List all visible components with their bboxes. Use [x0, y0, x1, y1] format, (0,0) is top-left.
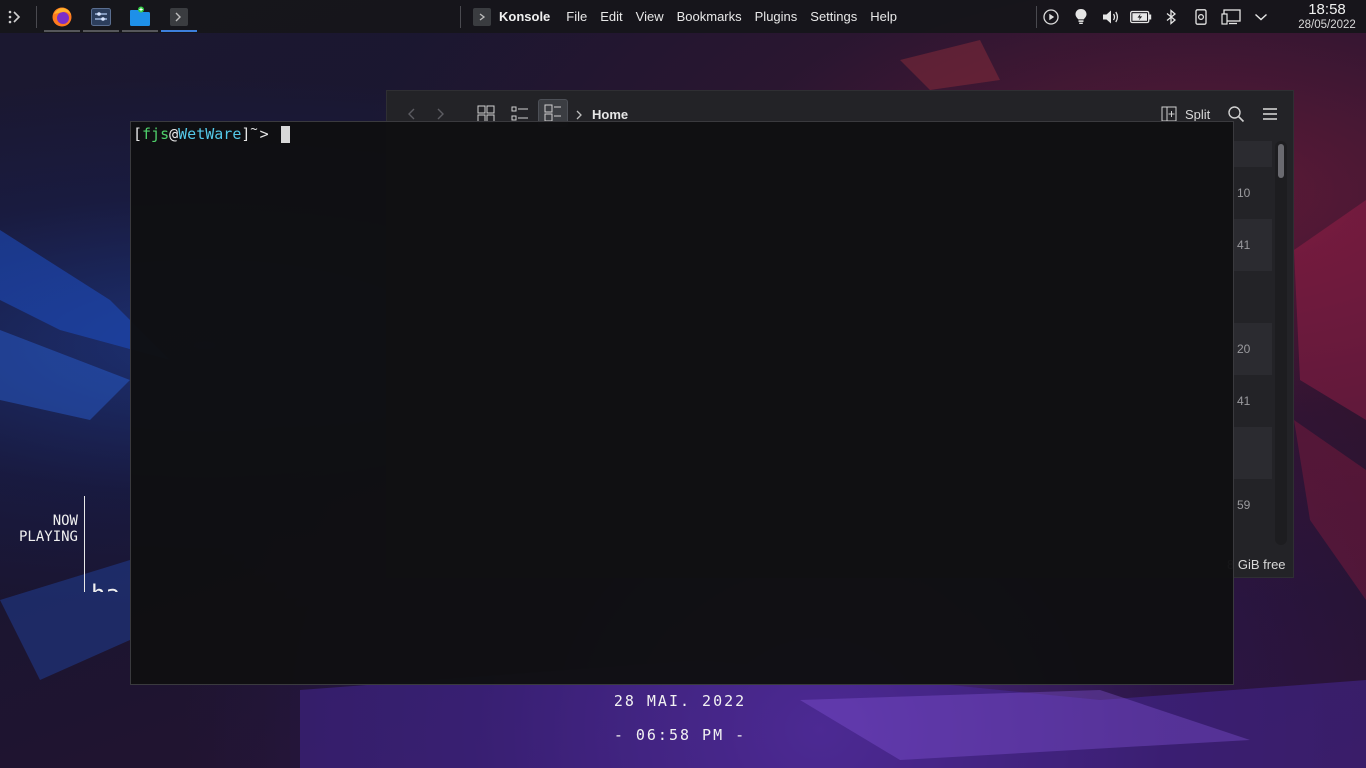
split-view-icon [1161, 106, 1177, 122]
menu-bookmarks[interactable]: Bookmarks [677, 9, 742, 24]
panel-separator [36, 5, 37, 28]
hamburger-menu-button[interactable] [1261, 106, 1279, 127]
scrollbar-thumb[interactable] [1278, 144, 1284, 178]
track-line-1: ha [91, 578, 125, 592]
network-icon [1221, 8, 1241, 25]
night-light-icon [1075, 9, 1087, 24]
menu-help[interactable]: Help [870, 9, 897, 24]
desktop-time: - 06:58 PM - [613, 726, 747, 744]
terminal-icon [170, 7, 188, 26]
top-panel: Konsole File Edit View Bookmarks Plugins… [0, 0, 1366, 33]
bluetooth-icon [1166, 8, 1177, 25]
now-playing-track: ha rab [85, 496, 125, 592]
file-manager-icon [130, 6, 150, 26]
tray-volume[interactable] [1096, 0, 1126, 33]
clock-time: 18:58 [1308, 1, 1346, 18]
tray-network[interactable] [1216, 0, 1246, 33]
now-playing-label-line-2: PLAYING [18, 529, 78, 545]
tray-battery[interactable] [1126, 0, 1156, 33]
tray-expander[interactable] [1246, 0, 1276, 33]
now-playing-widget[interactable]: NOW PLAYING ha rab [8, 496, 125, 592]
application-launcher[interactable] [0, 0, 30, 33]
free-space-status: 8 GiB free [1227, 557, 1286, 572]
launcher-icon [8, 10, 21, 23]
kde-connect-icon [1195, 8, 1207, 25]
breadcrumb-separator-icon [576, 110, 582, 120]
chevron-down-icon [1255, 13, 1267, 20]
task-firefox[interactable] [43, 0, 81, 33]
tray-kde-connect[interactable] [1186, 0, 1216, 33]
tray-bluetooth[interactable] [1156, 0, 1186, 33]
now-playing-label-line-1: NOW [52, 513, 78, 529]
split-button[interactable]: Split [1161, 106, 1210, 122]
breadcrumb-home[interactable]: Home [592, 107, 628, 122]
prompt-close-bracket: ] [241, 125, 251, 143]
scrollbar[interactable] [1275, 141, 1287, 545]
chevron-left-icon [408, 108, 415, 120]
system-settings-icon [91, 7, 111, 26]
menu-settings[interactable]: Settings [810, 9, 857, 24]
firefox-icon [52, 7, 72, 26]
text-cursor[interactable] [280, 125, 290, 143]
task-konsole[interactable] [160, 0, 198, 33]
menu-edit[interactable]: Edit [600, 9, 622, 24]
global-menu: Konsole File Edit View Bookmarks Plugins… [461, 0, 910, 33]
prompt-host: WetWare [178, 125, 242, 143]
menu-plugins[interactable]: Plugins [755, 9, 798, 24]
menu-file[interactable]: File [566, 9, 587, 24]
app-title: Konsole [499, 9, 551, 24]
task-system-settings[interactable] [82, 0, 120, 33]
volume-icon [1103, 10, 1119, 23]
system-tray [1036, 0, 1276, 33]
tray-night-light[interactable] [1066, 0, 1096, 33]
battery-icon [1130, 10, 1152, 23]
now-playing-label: NOW PLAYING [8, 496, 84, 592]
details-view-icon [544, 104, 561, 122]
hamburger-menu-icon [1263, 108, 1277, 120]
prompt-cwd: ~ [250, 122, 258, 136]
media-player-icon [1043, 8, 1059, 25]
terminal-window[interactable]: [fjs @ WetWare] ~ > [130, 121, 1234, 685]
tray-media-player[interactable] [1036, 0, 1066, 33]
terminal-icon [473, 7, 491, 26]
prompt-at: @ [169, 125, 179, 143]
desktop-date: 28 MAI. 2022 [613, 692, 747, 710]
menu-view[interactable]: View [636, 9, 664, 24]
task-file-manager[interactable] [121, 0, 159, 33]
prompt-symbol: > [259, 125, 269, 143]
prompt-open-bracket: [ [133, 125, 143, 143]
chevron-right-icon [437, 108, 444, 120]
clock-date: 28/05/2022 [1298, 19, 1356, 31]
digital-clock[interactable]: 18:58 28/05/2022 [1294, 1, 1360, 32]
prompt-user: fjs [142, 125, 170, 143]
shell-prompt: [fjs @ WetWare] ~ > [133, 122, 290, 143]
split-label: Split [1185, 106, 1211, 122]
